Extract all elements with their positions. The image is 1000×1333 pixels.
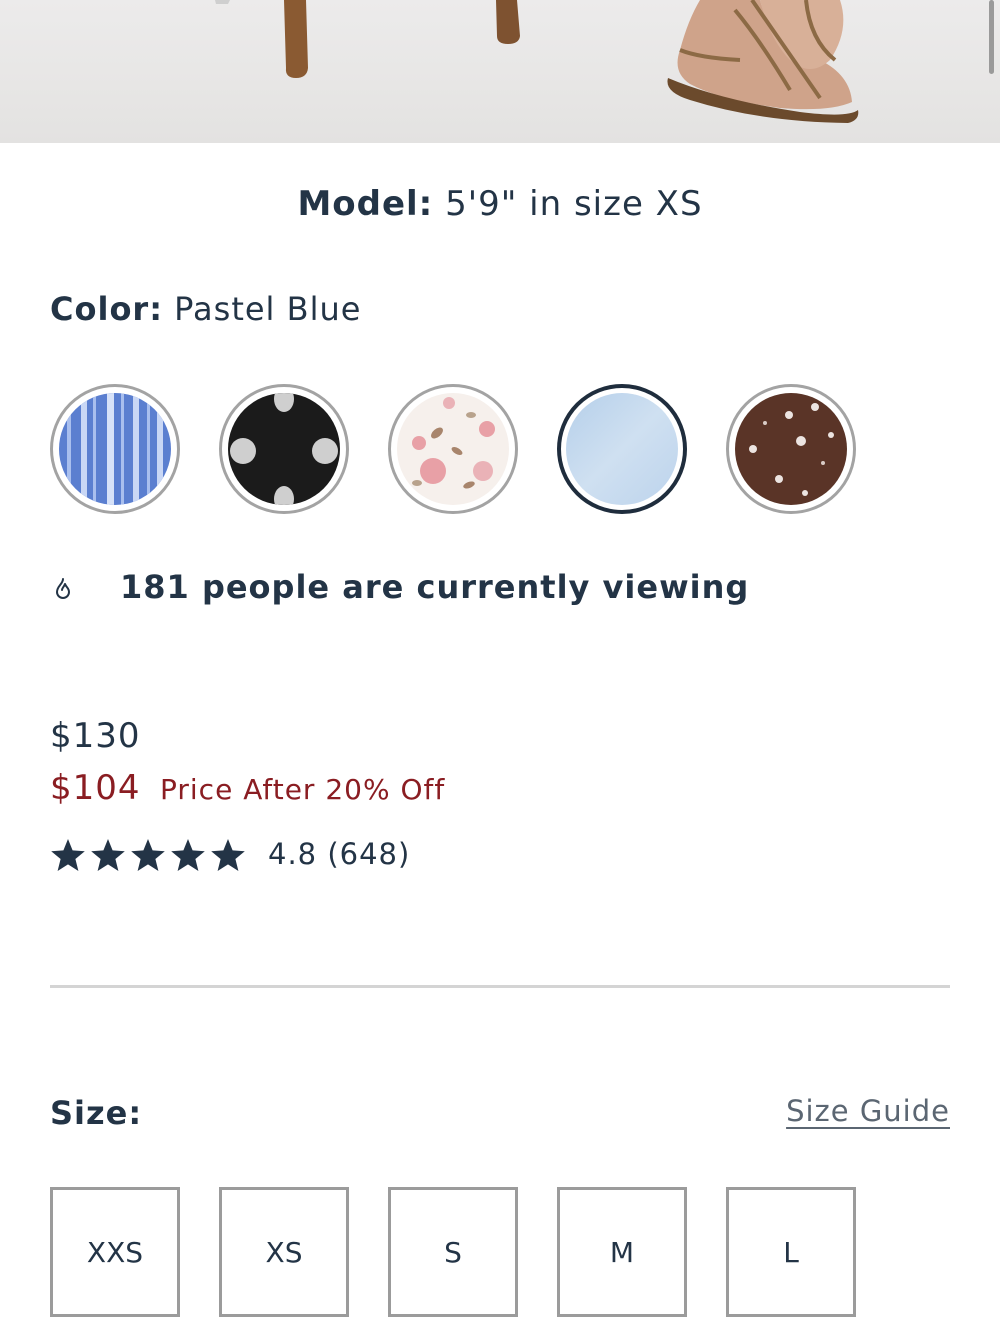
sale-price: $104 xyxy=(50,768,141,808)
swatch-pastel-blue[interactable] xyxy=(557,384,687,514)
star-icon xyxy=(91,839,125,871)
size-option-m[interactable]: M xyxy=(557,1187,687,1317)
color-selected-name: Pastel Blue xyxy=(174,290,362,328)
star-icon xyxy=(51,839,85,871)
product-photo xyxy=(215,0,859,123)
size-option-xs[interactable]: XS xyxy=(219,1187,349,1317)
blue-stripe-pattern xyxy=(59,393,171,505)
size-label: Size: xyxy=(50,1094,143,1132)
color-label: Color: xyxy=(50,290,163,328)
swatch-blue-stripe[interactable] xyxy=(50,384,180,514)
swatch-brown-floral[interactable] xyxy=(726,384,856,514)
original-price: $130 xyxy=(50,716,141,756)
size-option-xxs[interactable]: XXS xyxy=(50,1187,180,1317)
rating-stars xyxy=(51,839,245,871)
rating-text: 4.8 (648) xyxy=(268,837,411,871)
model-value: 5'9" in size XS xyxy=(445,184,703,224)
swatch-black-polka-dot[interactable] xyxy=(219,384,349,514)
black-polka-dot-pattern xyxy=(228,393,340,505)
swatch-pink-floral[interactable] xyxy=(388,384,518,514)
model-label: Model: xyxy=(297,184,434,224)
size-option-l[interactable]: L xyxy=(726,1187,856,1317)
scrollbar-thumb[interactable] xyxy=(989,0,994,74)
pink-floral-pattern xyxy=(397,393,509,505)
star-icon xyxy=(211,839,245,871)
flame-icon xyxy=(56,578,70,599)
size-guide-link[interactable]: Size Guide xyxy=(786,1094,950,1128)
divider xyxy=(50,985,950,988)
model-info: Model: 5'9" in size XS xyxy=(0,184,1000,224)
pastel-blue-solid-pattern xyxy=(566,393,678,505)
brown-floral-pattern xyxy=(735,393,847,505)
size-option-s[interactable]: S xyxy=(388,1187,518,1317)
star-icon xyxy=(171,839,205,871)
sale-price-note: Price After 20% Off xyxy=(160,773,446,806)
color-info: Color: Pastel Blue xyxy=(50,290,361,328)
star-icon xyxy=(131,839,165,871)
viewing-text: 181 people are currently viewing xyxy=(120,568,750,606)
product-image xyxy=(0,0,1000,143)
